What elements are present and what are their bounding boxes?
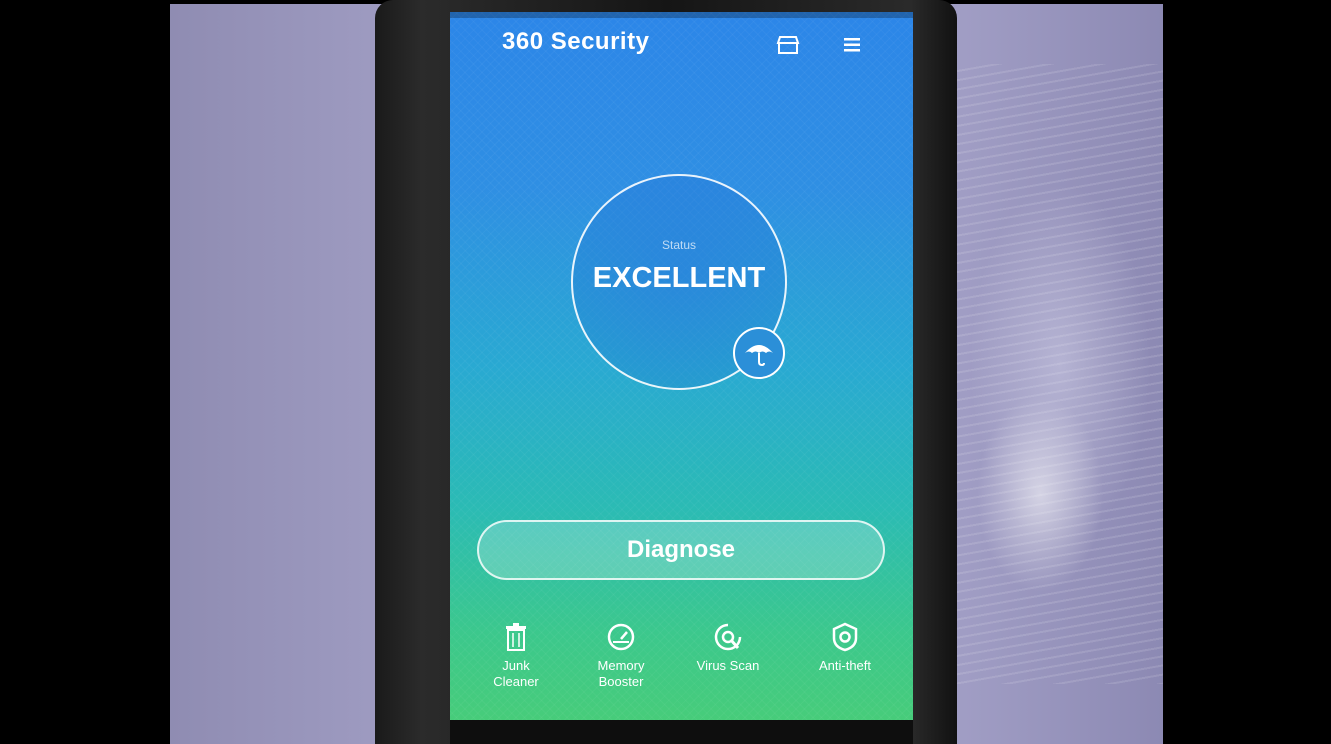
diagnose-button[interactable]: Diagnose (477, 520, 885, 580)
umbrella-icon[interactable] (733, 327, 785, 379)
scan-icon (714, 623, 742, 651)
lock-shield-icon (832, 622, 858, 652)
nav-label: Memory (597, 658, 645, 673)
phone-screen: 360 Security Status EXCELLENT Diagnose J… (450, 12, 913, 720)
nav-label: Booster (598, 674, 644, 689)
speedometer-icon (607, 623, 635, 651)
status-bar (450, 12, 913, 18)
status-value: EXCELLENT (592, 262, 766, 294)
nav-junk-cleaner[interactable]: Junk Cleaner (471, 622, 561, 690)
nav-memory-booster[interactable]: Memory Booster (576, 622, 666, 690)
video-frame: 360 Security Status EXCELLENT Diagnose J… (0, 0, 1331, 744)
nav-anti-theft[interactable]: Anti-theft (800, 622, 890, 674)
nav-label: Anti-theft (818, 658, 872, 673)
nav-label: Junk (502, 658, 530, 673)
nav-virus-scan[interactable]: Virus Scan (683, 622, 773, 674)
phone-bezel-bottom (450, 720, 913, 744)
nav-label: Virus Scan (696, 658, 760, 673)
nav-label: Cleaner (493, 674, 539, 689)
store-icon[interactable] (775, 34, 801, 56)
menu-icon[interactable] (842, 34, 868, 56)
status-label: Status (661, 238, 697, 252)
trash-icon (506, 623, 526, 651)
app-title: 360 Security (502, 28, 650, 55)
surface-glare (940, 64, 1163, 684)
